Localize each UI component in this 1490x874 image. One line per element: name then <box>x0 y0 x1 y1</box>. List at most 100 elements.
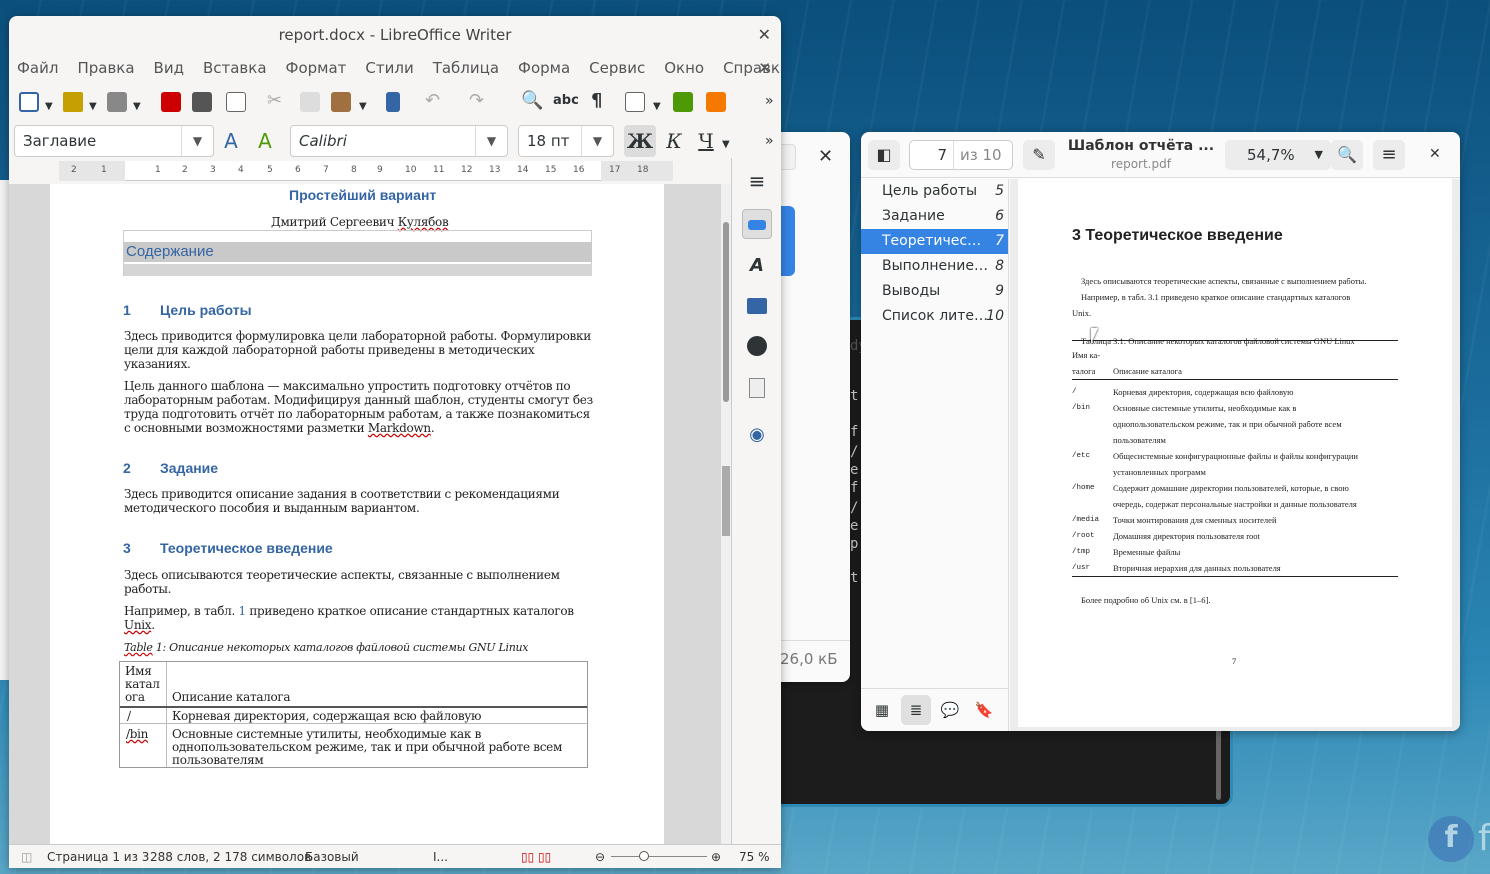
outline-item[interactable]: Список лите… 10 <box>861 304 1008 329</box>
manage-changes-icon[interactable]: ◉ <box>742 420 772 450</box>
chevron-down-icon[interactable]: ▼ <box>581 126 613 156</box>
annotate-pencil-icon[interactable]: ✎ <box>1023 140 1055 170</box>
find-replace-icon[interactable]: 🔍 <box>521 90 543 112</box>
page-selector: 7 из 10 <box>909 140 1013 170</box>
zoom-out-icon[interactable]: ⊖ <box>595 850 605 864</box>
table-cell: / <box>127 709 131 723</box>
standard-toolbar: ▼ ▼ ▼ ✂ ▼ ↶ ↷ 🔍 abc ¶ ▼ » <box>9 86 781 120</box>
outline-item-selected[interactable]: Теоретичес… 7 <box>861 229 1008 254</box>
sidebar-toggle-icon[interactable]: ◧ <box>868 140 900 170</box>
more-icon[interactable]: » <box>765 130 774 152</box>
export-pdf-icon[interactable] <box>161 92 181 112</box>
doc-title: Простейший вариант <box>289 187 437 203</box>
annotations-icon[interactable]: 💬 <box>935 695 965 725</box>
bold-button[interactable]: Ж <box>624 125 656 157</box>
directory-table[interactable]: Имя катал ога Описание каталога / Корнев… <box>119 661 588 768</box>
insert-table-icon[interactable] <box>625 92 645 112</box>
redo-icon[interactable]: ↷ <box>469 90 484 112</box>
document-viewer-window: ◧ 7 из 10 ✎ Шаблон отчёта ... report.pdf… <box>861 132 1460 731</box>
page-icon[interactable] <box>742 378 772 408</box>
open-folder-icon[interactable] <box>63 92 83 112</box>
sidebar-splitter[interactable] <box>722 466 730 536</box>
menu-tools[interactable]: Сервис <box>589 59 645 77</box>
menu-format[interactable]: Формат <box>286 59 347 77</box>
print-icon[interactable] <box>192 92 212 112</box>
zoom-level[interactable]: 75 % <box>739 850 770 864</box>
more-icon[interactable]: » <box>765 90 774 112</box>
toc-block[interactable]: Содержание <box>123 230 592 276</box>
pdf-page[interactable]: 3 Теоретическое введение Здесь описывают… <box>1018 179 1452 727</box>
bookmarks-icon[interactable]: 🔖 <box>969 695 999 725</box>
doc-modified-icon: ◫ <box>21 850 33 864</box>
zoom-in-icon[interactable]: ⊕ <box>711 850 721 864</box>
menu-edit[interactable]: Правка <box>77 59 134 77</box>
font-size-box[interactable]: 18 пт ▼ <box>518 125 614 157</box>
pdf-view: 3 Теоретическое введение Здесь описывают… <box>1010 179 1460 731</box>
menu-view[interactable]: Вид <box>154 59 184 77</box>
properties-icon[interactable] <box>742 209 772 239</box>
font-name-box[interactable]: Calibri ▼ <box>290 125 508 157</box>
outline-item[interactable]: Выводы 9 <box>861 279 1008 304</box>
chevron-down-icon[interactable]: ▼ <box>181 126 213 156</box>
background-files-window: ✕ 26,0 кБ <box>770 132 850 682</box>
sidebar-mode-bar: ▦ ≣ 💬 🔖 <box>861 688 1009 731</box>
page-style[interactable]: Базовый <box>305 850 359 864</box>
gallery-icon[interactable] <box>742 294 772 324</box>
menu-styles[interactable]: Стили <box>365 59 413 77</box>
window-title: report.docx - LibreOffice Writer <box>278 26 512 44</box>
clone-formatting-icon[interactable] <box>386 92 400 112</box>
close-icon[interactable]: ✕ <box>1429 146 1441 162</box>
thumbnails-icon[interactable]: ▦ <box>867 695 897 725</box>
writer-window: report.docx - LibreOffice Writer ✕ Файл … <box>9 16 781 868</box>
print-preview-icon[interactable] <box>226 92 246 112</box>
close-document-icon[interactable]: ✕ <box>758 59 771 77</box>
paragraph-style-box[interactable]: Заглавие ▼ <box>14 125 214 157</box>
undo-icon[interactable]: ↶ <box>425 90 440 112</box>
close-icon[interactable]: ✕ <box>758 25 771 44</box>
outline-item[interactable]: Задание 6 <box>861 204 1008 229</box>
chevron-down-icon[interactable]: ▼ <box>475 126 507 156</box>
outline-item[interactable]: Цель работы 5 <box>861 179 1008 204</box>
section-heading: Задание <box>160 460 219 476</box>
close-icon[interactable]: ✕ <box>818 146 833 167</box>
table-cell: Основные системные утилиты, необходимые … <box>172 727 563 767</box>
menu-file[interactable]: Файл <box>17 59 58 77</box>
spelling-icon[interactable]: abc <box>553 90 579 112</box>
italic-button[interactable]: К <box>658 125 690 157</box>
cut-icon[interactable]: ✂ <box>267 90 282 112</box>
styles-icon[interactable]: A <box>742 251 772 281</box>
page-count[interactable]: Страница 1 из 3 <box>47 850 149 864</box>
menu-insert[interactable]: Вставка <box>203 59 267 77</box>
paste-icon[interactable] <box>331 92 351 112</box>
new-document-icon[interactable] <box>19 92 39 112</box>
formatting-marks-icon[interactable]: ¶ <box>591 90 602 112</box>
update-style-icon[interactable]: A <box>215 125 247 157</box>
copy-icon[interactable] <box>300 92 320 112</box>
insert-image-icon[interactable] <box>673 92 693 112</box>
sidebar-menu-icon[interactable]: ≡ <box>742 166 772 196</box>
menu-form[interactable]: Форма <box>518 59 570 77</box>
zoom-value: 54,7% <box>1247 146 1295 164</box>
new-style-icon[interactable]: A <box>249 125 281 157</box>
paragraph: Цель данного шаблона — максимально упрос… <box>124 379 593 435</box>
zoom-selector[interactable]: 54,7% ▼ <box>1225 140 1331 170</box>
menu-table[interactable]: Таблица <box>433 59 499 77</box>
page-total: из 10 <box>960 146 1002 164</box>
underline-button[interactable]: Ч <box>690 125 722 157</box>
view-layout-icon[interactable]: ▯▯ ▯▯ <box>521 850 551 864</box>
word-count[interactable]: 288 слов, 2 178 символов <box>150 850 311 864</box>
outline-icon[interactable]: ≣ <box>901 695 931 725</box>
hamburger-menu-icon[interactable]: ≡ <box>1373 140 1405 170</box>
outline-item[interactable]: Выполнение… 8 <box>861 254 1008 279</box>
page-number-input[interactable]: 7 <box>910 141 954 169</box>
zoom-slider-handle[interactable] <box>639 851 649 861</box>
save-icon[interactable] <box>107 92 127 112</box>
menu-window[interactable]: Окно <box>664 59 704 77</box>
zoom-slider[interactable] <box>611 856 707 857</box>
search-icon[interactable]: 🔍 <box>1331 140 1363 170</box>
horizontal-ruler[interactable]: 2 1 1 2 3 4 5 6 7 8 9 10 11 12 13 14 15 … <box>59 161 673 181</box>
menu-help[interactable]: Справка <box>723 59 781 77</box>
document-page[interactable]: Простейший вариант Дмитрий Сергеевич Кул… <box>50 184 664 854</box>
navigator-icon[interactable] <box>742 336 772 366</box>
insert-chart-icon[interactable] <box>706 92 726 112</box>
